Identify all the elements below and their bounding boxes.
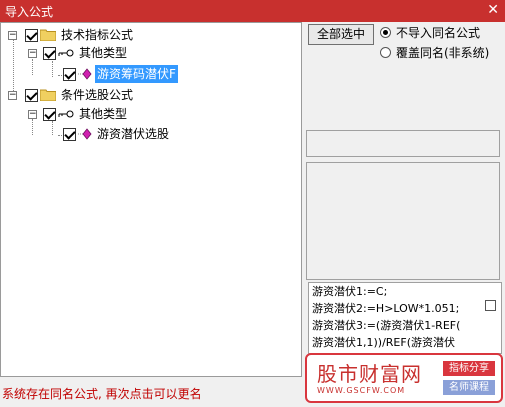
tree-node-label: 其他类型 [79, 107, 128, 121]
folder-icon [40, 89, 56, 101]
tree-node-label: 游资筹码潜伏F [95, 65, 178, 83]
tree-node-tech-indicator[interactable]: − 技术指标公式 [1, 26, 301, 44]
key-icon [58, 110, 74, 118]
checkbox[interactable] [63, 68, 76, 81]
folder-icon [40, 29, 56, 41]
formula-tree[interactable]: − 技术指标公式 − 其他类型 游资筹码潜伏F − 条件选股公式 − 其他类型 … [0, 22, 302, 377]
tree-node-other-type-2[interactable]: − 其他类型 [1, 105, 301, 123]
info-box [306, 130, 500, 157]
tree-node-label: 游资潜伏选股 [97, 127, 170, 141]
formula-icon [78, 68, 92, 80]
code-line: 游资潜伏1:=C; [312, 285, 388, 298]
no-import-label: 不导入同名公式 [396, 26, 481, 40]
collapse-icon[interactable]: − [28, 49, 37, 58]
tag-indicator-share: 指标分享 [443, 361, 495, 376]
brand-text: 股市财富网 [317, 362, 422, 386]
tree-node-label: 技术指标公式 [61, 28, 134, 42]
brand-url: WWW.GSCFW.COM [317, 386, 406, 395]
code-checkbox[interactable] [485, 300, 496, 311]
checkbox[interactable] [25, 29, 38, 42]
code-line: 游资潜伏2:=H>LOW*1.051; [312, 302, 460, 315]
key-icon [58, 49, 74, 57]
code-preview[interactable]: 游资潜伏1:=C; 游资潜伏2:=H>LOW*1.051; 游资潜伏3:=(游资… [308, 282, 502, 354]
no-import-radio[interactable] [380, 27, 391, 38]
overwrite-radio[interactable] [380, 47, 391, 58]
tree-node-formula-f[interactable]: 游资筹码潜伏F [1, 65, 301, 83]
collapse-icon[interactable]: − [28, 110, 37, 119]
checkbox[interactable] [25, 89, 38, 102]
watermark-logo: 股市财富网 WWW.GSCFW.COM 指标分享 名师课程 [305, 353, 503, 403]
checkbox[interactable] [43, 47, 56, 60]
collapse-icon[interactable]: − [8, 31, 17, 40]
status-message: 系统存在同名公式, 再次点击可以更名 [2, 387, 202, 401]
description-box [306, 162, 500, 280]
tree-node-label: 条件选股公式 [61, 88, 134, 102]
tree-node-stock-filter[interactable]: − 条件选股公式 [1, 86, 301, 104]
close-icon[interactable]: ✕ [487, 1, 499, 19]
collapse-icon[interactable]: − [8, 91, 17, 100]
window-title: 导入公式 [5, 5, 54, 19]
code-line: 游资潜伏1,1))/REF(游资潜伏 [312, 336, 455, 349]
code-line: 游资潜伏3:=(游资潜伏1-REF( [312, 319, 461, 332]
tree-node-stock-formula[interactable]: 游资潜伏选股 [1, 125, 301, 143]
overwrite-label: 覆盖同名(非系统) [396, 46, 490, 60]
tree-node-other-type[interactable]: − 其他类型 [1, 44, 301, 62]
formula-icon [78, 128, 92, 140]
tree-node-label: 其他类型 [79, 46, 128, 60]
checkbox[interactable] [63, 128, 76, 141]
checkbox[interactable] [43, 108, 56, 121]
select-all-button[interactable]: 全部选中 [308, 24, 374, 45]
tag-teacher-course: 名师课程 [443, 380, 495, 395]
title-bar: 导入公式 ✕ [0, 0, 505, 22]
